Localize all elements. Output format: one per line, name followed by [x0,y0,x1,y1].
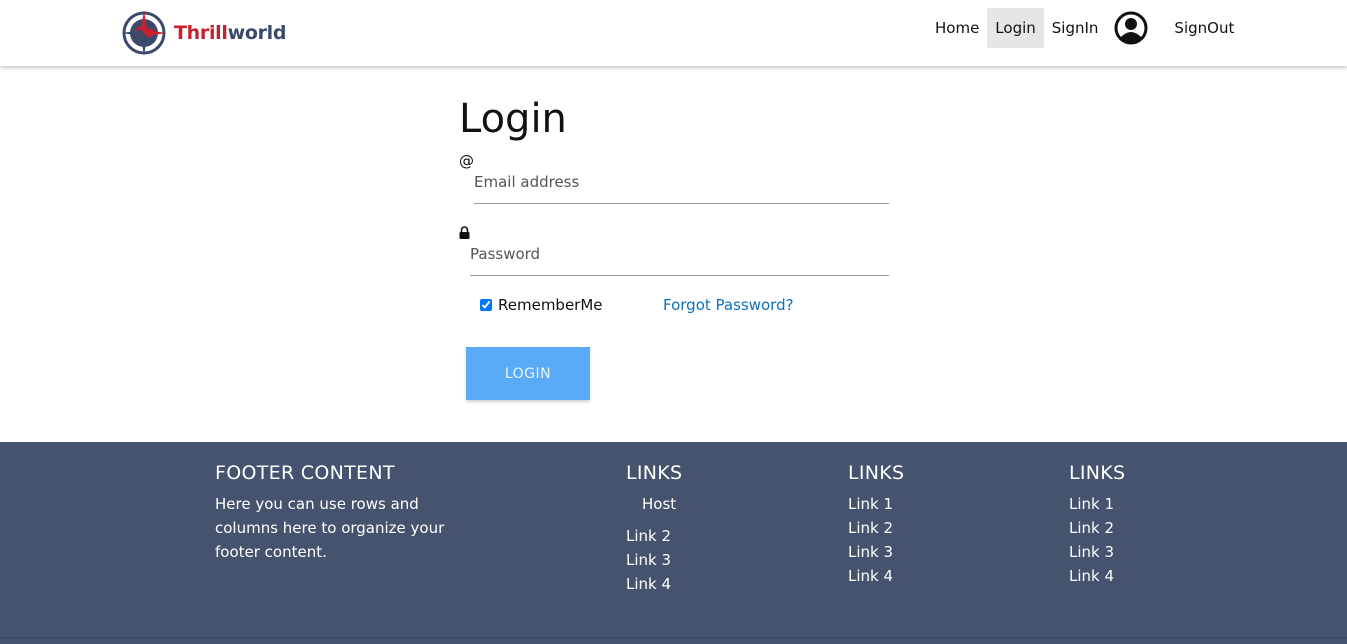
brand-name-part1: Thrill [174,22,228,44]
footer-link[interactable]: Link 4 [1069,567,1114,585]
site-footer: FOOTER CONTENT Here you can use rows and… [0,442,1347,644]
nav-signout[interactable]: SignOut [1166,8,1242,48]
email-field[interactable] [474,160,889,204]
nav-home[interactable]: Home [927,8,987,48]
footer-divider [0,637,1347,638]
compass-globe-icon [122,10,166,56]
remember-me-checkbox[interactable] [480,299,492,311]
footer-link[interactable]: Link 3 [626,551,671,569]
top-navbar: Thrillworld Home Login SignIn SignOut [0,0,1347,66]
footer-link-host[interactable]: Host [642,495,676,513]
footer-link[interactable]: Link 2 [1069,519,1114,537]
remember-me[interactable]: RememberMe [480,296,603,314]
brand-name-part2: world [227,22,287,44]
footer-link[interactable]: Link 4 [848,567,893,585]
footer-content-title: FOOTER CONTENT [215,462,395,484]
password-field[interactable] [470,232,889,276]
lock-icon [459,225,470,243]
main-nav: Home Login SignIn SignOut [927,8,1242,48]
footer-links-column-1: LINKS Host Link 2 Link 3 Link 4 [626,462,682,596]
footer-links-title: LINKS [1069,462,1126,484]
page-title: Login [459,96,567,142]
footer-links-title: LINKS [848,462,905,484]
login-button[interactable]: LOGIN [466,347,590,400]
footer-content-column: FOOTER CONTENT Here you can use rows and… [215,462,477,564]
nav-signin[interactable]: SignIn [1044,8,1107,48]
footer-links-title: LINKS [626,462,683,484]
footer-link[interactable]: Link 3 [848,543,893,561]
nav-login[interactable]: Login [987,8,1044,48]
footer-link[interactable]: Link 2 [848,519,893,537]
footer-link[interactable]: Link 1 [848,495,893,513]
at-sign-icon: @ [459,152,474,170]
brand-name: Thrillworld [174,22,287,44]
footer-link[interactable]: Link 1 [1069,495,1114,513]
footer-link[interactable]: Link 2 [626,527,671,545]
footer-content-text: Here you can use rows and columns here t… [215,495,445,561]
footer-links-column-3: LINKS Link 1 Link 2 Link 3 Link 4 [1069,462,1125,588]
forgot-password-link[interactable]: Forgot Password? [663,296,794,314]
footer-link[interactable]: Link 4 [626,575,671,593]
brand[interactable]: Thrillworld [120,8,287,58]
user-circle-icon[interactable] [1114,11,1148,45]
footer-link[interactable]: Link 3 [1069,543,1114,561]
remember-me-label: RememberMe [498,296,603,314]
footer-links-column-2: LINKS Link 1 Link 2 Link 3 Link 4 [848,462,904,588]
